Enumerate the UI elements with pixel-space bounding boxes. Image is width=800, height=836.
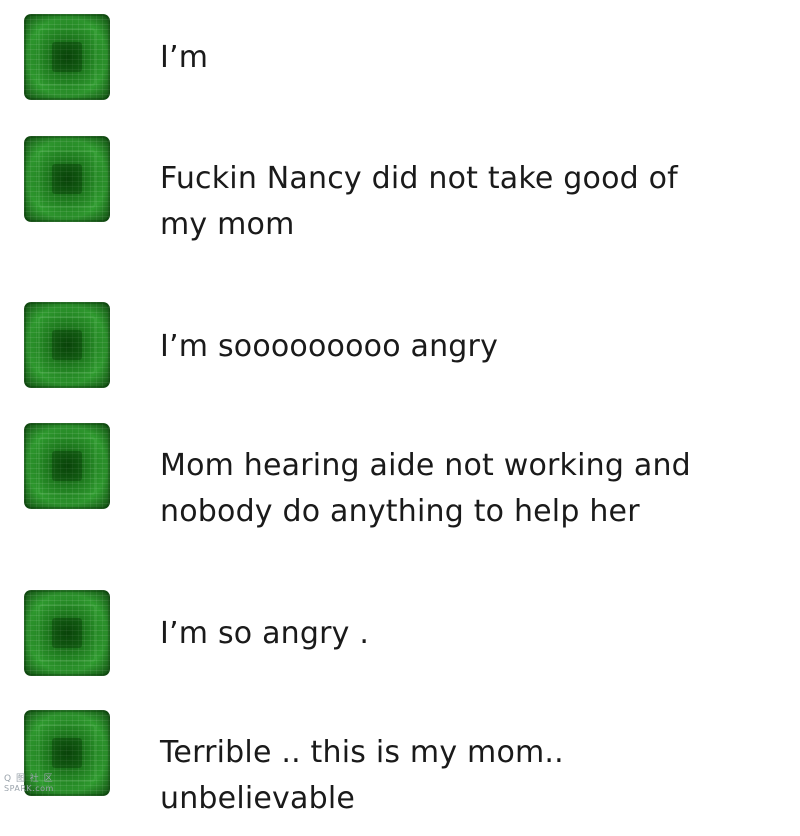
- green-tile-avatar-icon[interactable]: [24, 302, 110, 388]
- message-text: I’m sooooooooo angry: [160, 329, 499, 364]
- message-text: Terrible .. this is my mom.. unbelievabl…: [160, 735, 564, 816]
- watermark-site: SPARK.com: [4, 784, 54, 793]
- green-tile-avatar-icon[interactable]: [24, 136, 110, 222]
- green-tile-avatar-icon[interactable]: [24, 14, 110, 100]
- message-text: Fuckin Nancy did not take good of my mom: [160, 161, 678, 242]
- watermark-logo: Q 图 社 区: [4, 774, 54, 784]
- message-text: I’m so angry .: [160, 616, 370, 651]
- watermark: Q 图 社 区 SPARK.com: [4, 774, 68, 794]
- message-text: I’m: [160, 40, 209, 75]
- green-tile-avatar-icon[interactable]: [24, 590, 110, 676]
- message-text: Mom hearing aide not working and nobody …: [160, 448, 691, 529]
- green-tile-avatar-icon[interactable]: [24, 423, 110, 509]
